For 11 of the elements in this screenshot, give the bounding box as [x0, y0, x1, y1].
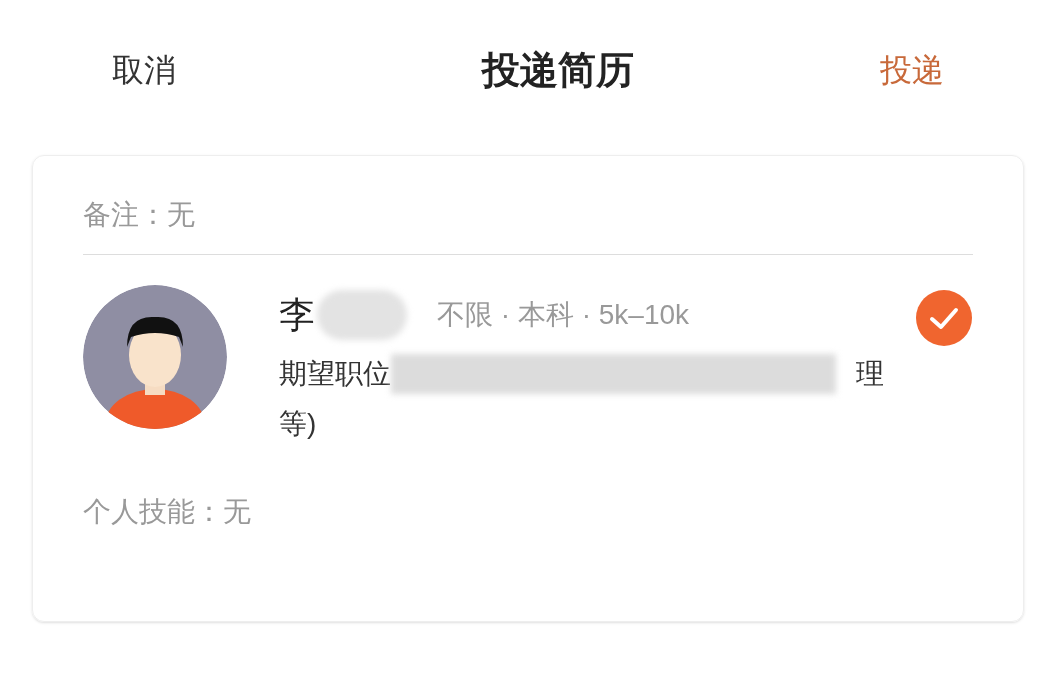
cancel-button[interactable]: 取消: [112, 46, 176, 94]
position-text: 等): [279, 407, 317, 441]
skills-text: 个人技能：无: [83, 496, 251, 527]
position-text: 理: [856, 357, 884, 391]
submit-button[interactable]: 投递: [880, 46, 944, 94]
note-text: 备注：无: [83, 199, 195, 230]
candidate-name: 李: [279, 293, 315, 337]
position-label: 期望职位: [279, 357, 391, 391]
checked-icon[interactable]: [915, 289, 973, 347]
candidate-meta: 不限 · 本科 · 5k–10k: [437, 298, 690, 332]
page-title: 投递简历: [482, 47, 634, 93]
